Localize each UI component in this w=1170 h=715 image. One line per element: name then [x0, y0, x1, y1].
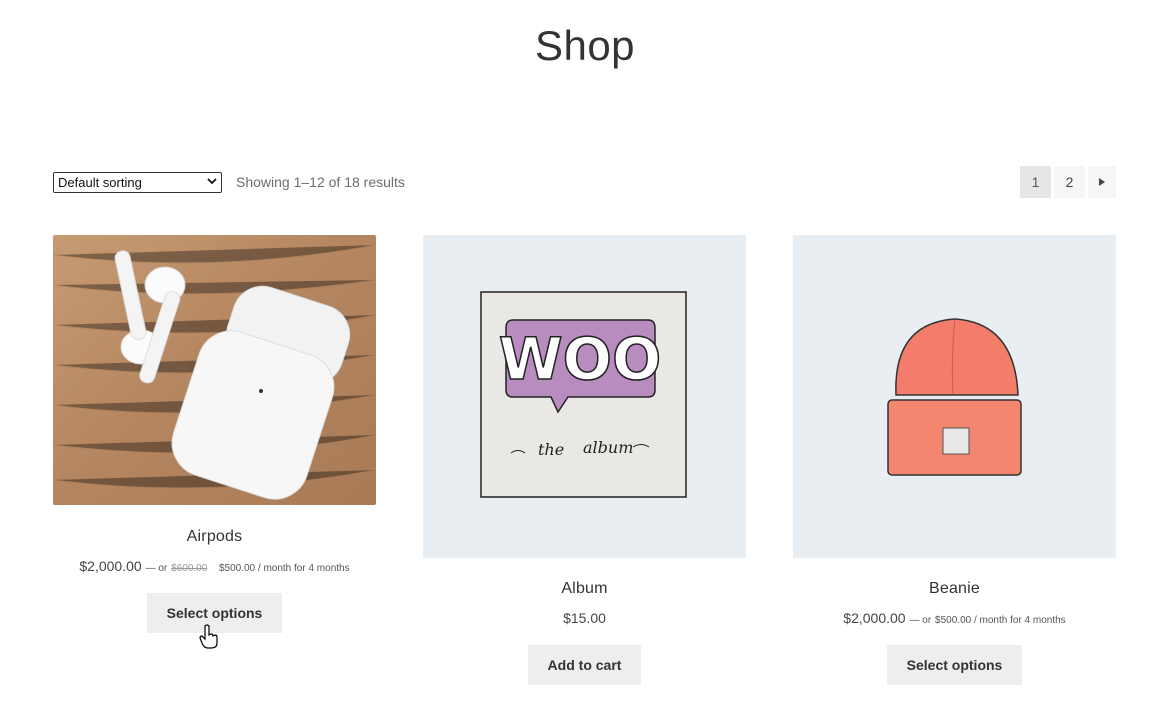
add-to-cart-button[interactable]: Add to cart	[527, 645, 642, 685]
page-1-current: 1	[1020, 166, 1051, 198]
price-monthly: $500.00 / month for 4 months	[935, 615, 1066, 626]
price-amount: $15.00	[563, 610, 606, 626]
price-monthly: $500.00 / month for 4 months	[218, 563, 350, 574]
select-options-button[interactable]: Select options	[886, 645, 1023, 685]
album-caption-the: the	[538, 440, 564, 459]
product-card-beanie: Beanie $2,000.00 — or $500.00 / month fo…	[793, 235, 1116, 685]
sort-select[interactable]: Default sorting	[53, 172, 222, 193]
product-price: $2,000.00 — or $500.00 / month for 4 mon…	[793, 610, 1116, 626]
product-image-beanie[interactable]	[793, 235, 1116, 558]
album-caption-album: album	[583, 438, 633, 457]
product-image-album[interactable]: WOO the album	[423, 235, 746, 558]
triangle-right-icon	[1098, 174, 1106, 190]
product-image-airpods[interactable]	[53, 235, 376, 505]
price-amount: $2,000.00	[843, 610, 906, 626]
price-separator: — or	[145, 563, 168, 574]
product-price: $15.00	[423, 610, 746, 626]
next-page-button[interactable]	[1088, 166, 1116, 198]
product-price: $2,000.00 — or $600.00 $500.00 / month f…	[53, 558, 376, 574]
page-2-link[interactable]: 2	[1054, 166, 1085, 198]
pagination: 1 2	[1020, 166, 1116, 198]
product-title[interactable]: Beanie	[793, 580, 1116, 598]
product-title[interactable]: Airpods	[53, 528, 376, 546]
hand-cursor-icon	[199, 624, 219, 655]
product-title[interactable]: Album	[423, 580, 746, 598]
woo-album-illustration: WOO the album	[480, 291, 687, 498]
product-card-airpods: Airpods $2,000.00 — or $600.00 $500.00 /…	[53, 235, 376, 633]
woo-logo-text: WOO	[499, 325, 662, 393]
shop-toolbar: Default sorting Showing 1–12 of 18 resul…	[53, 166, 1116, 200]
sort-select-value: Default sorting	[58, 175, 142, 190]
price-amount: $2,000.00	[79, 558, 142, 574]
chevron-down-icon	[207, 177, 217, 188]
price-old: $600.00	[171, 563, 208, 574]
airpods-photo	[53, 235, 376, 505]
page-title: Shop	[534, 22, 636, 69]
product-card-album: WOO the album Album $15.00 Add to cart	[423, 235, 746, 685]
beanie-illustration	[887, 318, 1022, 476]
result-count: Showing 1–12 of 18 results	[236, 174, 405, 190]
price-separator: — or	[909, 615, 932, 626]
